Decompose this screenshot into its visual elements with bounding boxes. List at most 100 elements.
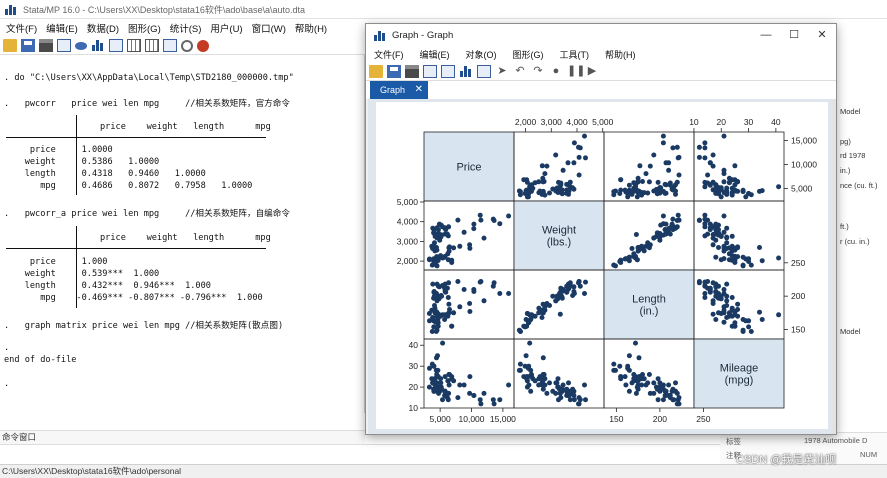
scatter-point xyxy=(646,179,652,185)
data-editor-icon[interactable] xyxy=(127,39,141,52)
tab-close-icon[interactable]: ✕ xyxy=(415,81,423,99)
scatter-point xyxy=(564,283,570,289)
scatter-point xyxy=(721,133,727,139)
stata-app-icon xyxy=(4,3,17,16)
menu-help[interactable]: 帮助(H) xyxy=(295,21,327,35)
scatter-point xyxy=(673,380,678,386)
tick-label: 4,000 xyxy=(397,217,419,227)
menu-statistics[interactable]: 统计(S) xyxy=(170,21,202,35)
scatter-point xyxy=(724,298,730,304)
scatter-point xyxy=(676,172,682,178)
maximize-icon[interactable]: ☐ xyxy=(780,24,808,46)
scatter-matrix: Price Weight(lbs.) Length(in.) Mileage(mpg)… xyxy=(397,117,818,424)
graph-menu-object[interactable]: 对象(O) xyxy=(466,48,497,61)
log-icon[interactable] xyxy=(57,39,71,52)
tick-label: 30 xyxy=(409,361,419,371)
data-browser-icon[interactable] xyxy=(145,39,159,52)
redo-icon[interactable]: ↷ xyxy=(531,65,545,78)
scatter-point xyxy=(710,242,716,248)
table1-rule xyxy=(6,137,266,138)
scatter-point xyxy=(622,256,628,262)
graph-scrollbar[interactable] xyxy=(832,99,836,434)
scatter-point xyxy=(567,397,573,403)
open-folder-icon[interactable] xyxy=(369,65,383,78)
results-table2-row-weight: weight 0.539*** 1.000 xyxy=(4,269,160,279)
scatter-point xyxy=(577,397,583,403)
minimize-icon[interactable]: — xyxy=(752,24,780,46)
print-icon[interactable] xyxy=(405,65,419,78)
scatter-point xyxy=(702,224,708,230)
scatter-point xyxy=(732,312,738,318)
scatter-point xyxy=(707,226,713,232)
graph-menu-help[interactable]: 帮助(H) xyxy=(605,48,636,61)
scatter-point xyxy=(434,367,440,373)
rename-icon[interactable] xyxy=(441,65,455,78)
scatter-point xyxy=(477,397,483,403)
scatter-point xyxy=(643,171,649,177)
scatter-point xyxy=(646,372,652,377)
graph-editor-icon[interactable] xyxy=(459,65,473,78)
scatter-point xyxy=(528,367,534,373)
record-icon[interactable]: ● xyxy=(549,65,563,78)
scatter-point xyxy=(710,311,716,317)
tick-label: 40 xyxy=(409,340,419,350)
scatter-point xyxy=(554,380,560,386)
pointer-icon[interactable]: ➤ xyxy=(495,65,509,78)
print-icon[interactable] xyxy=(39,39,53,52)
scatter-point xyxy=(666,167,672,173)
graph-menu-tools[interactable]: 工具(T) xyxy=(560,48,590,61)
scatter-point xyxy=(544,163,550,169)
do-file-editor-icon[interactable] xyxy=(109,39,123,52)
scatter-point xyxy=(633,340,638,346)
scatter-point xyxy=(446,301,452,307)
menu-file[interactable]: 文件(F) xyxy=(6,21,37,35)
property-item: Model xyxy=(840,107,861,116)
scatter-point xyxy=(732,187,738,193)
scatter-point xyxy=(660,213,666,219)
scatter-point xyxy=(735,245,741,251)
scatter-point xyxy=(446,248,452,254)
graph-menu-graph[interactable]: 图形(G) xyxy=(513,48,544,61)
menu-data[interactable]: 数据(D) xyxy=(87,21,119,35)
scatter-point xyxy=(702,145,708,151)
menu-window[interactable]: 窗口(W) xyxy=(252,21,286,35)
scatter-point xyxy=(540,378,546,384)
viewer-icon[interactable] xyxy=(75,41,87,50)
variables-manager-icon[interactable] xyxy=(163,39,177,52)
close-icon[interactable]: ✕ xyxy=(808,24,836,46)
menu-user[interactable]: 用户(U) xyxy=(210,21,242,35)
scatter-point xyxy=(721,229,727,235)
undo-icon[interactable]: ↶ xyxy=(513,65,527,78)
play-icon[interactable]: ▶ xyxy=(585,65,599,78)
save-icon[interactable] xyxy=(21,39,35,52)
graph-icon[interactable] xyxy=(91,39,105,52)
open-folder-icon[interactable] xyxy=(3,39,17,52)
recorder-icon[interactable] xyxy=(477,65,491,78)
scatter-point xyxy=(430,225,436,231)
scatter-point xyxy=(611,192,617,198)
scatter-point xyxy=(643,382,649,388)
scatter-point xyxy=(617,363,623,369)
scatter-point xyxy=(451,245,457,251)
variable-label: (lbs.) xyxy=(547,237,571,249)
scatter-point xyxy=(565,393,571,398)
pause-icon[interactable]: ❚❚ xyxy=(567,65,585,78)
tick-label: 15,000 xyxy=(791,136,817,146)
copy-icon[interactable] xyxy=(423,65,437,78)
menu-graphics[interactable]: 图形(G) xyxy=(128,21,161,35)
scatter-point xyxy=(674,218,680,223)
scatter-point xyxy=(440,312,446,318)
scatter-point xyxy=(429,329,435,334)
scatter-point xyxy=(506,382,512,388)
graph-menu-edit[interactable]: 编辑(E) xyxy=(420,48,450,61)
scatter-point xyxy=(461,229,467,235)
menu-edit[interactable]: 编辑(E) xyxy=(46,21,78,35)
more-icon[interactable] xyxy=(181,39,193,52)
scatter-point xyxy=(430,281,436,287)
save-icon[interactable] xyxy=(387,65,401,78)
tab-graph[interactable]: Graph ✕ xyxy=(370,81,428,99)
command-input[interactable] xyxy=(0,444,720,464)
graph-menu-file[interactable]: 文件(F) xyxy=(374,48,404,61)
scatter-point xyxy=(449,257,455,263)
break-icon[interactable] xyxy=(197,39,209,52)
